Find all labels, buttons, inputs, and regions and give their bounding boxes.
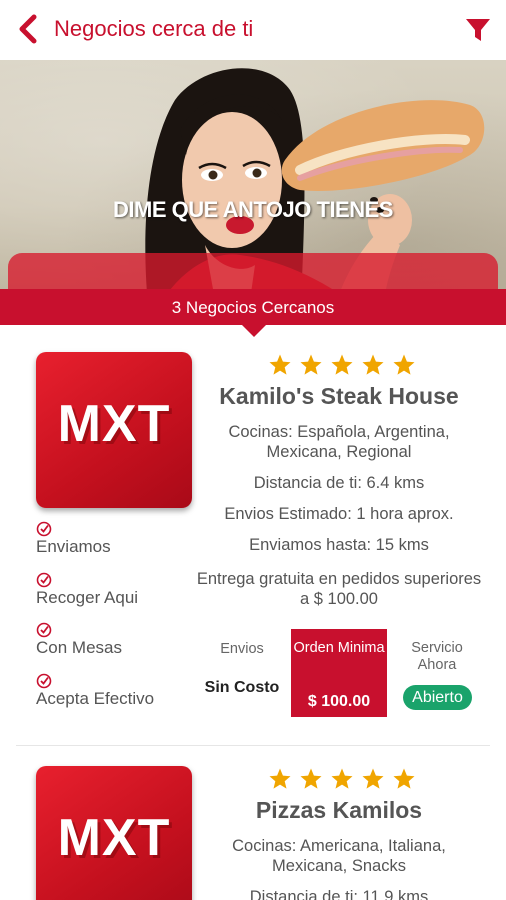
business-logo-text: MXT (57, 809, 171, 867)
star-icon (362, 768, 384, 789)
business-card[interactable]: MXT Pizzas Kamilos Cocinas: Americana, I… (0, 0, 506, 900)
business-name[interactable]: Pizzas Kamilos (196, 797, 482, 824)
business-logo[interactable]: MXT (36, 766, 192, 900)
rating-stars (268, 767, 423, 791)
business-cuisines: Cocinas: Americana, Italiana, Mexicana, … (232, 837, 446, 875)
business-distance: Distancia de ti: 11.9 kms (249, 888, 429, 900)
star-icon (331, 768, 353, 789)
star-icon (300, 768, 322, 789)
star-icon (269, 768, 291, 789)
star-icon (393, 768, 415, 789)
